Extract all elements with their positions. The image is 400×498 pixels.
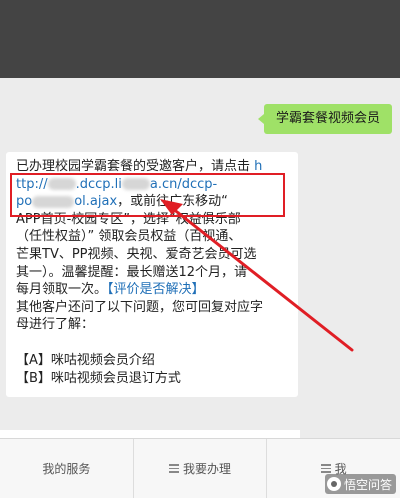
bot-line-8: 每月领取一次。【评价是否解决】	[16, 282, 205, 298]
message-shadow	[0, 430, 300, 438]
evaluate-link[interactable]: 【评价是否解决】	[107, 282, 205, 297]
bot-line-9: 其他客户还问了以下问题，您可回复对应字	[16, 299, 264, 315]
bot-line-10: 母进行了解：	[16, 317, 95, 333]
tab-handle[interactable]: 我要办理	[134, 439, 268, 498]
menu-icon	[169, 464, 179, 473]
option-b: 【B】咪咕视频会员退订方式	[16, 370, 181, 386]
wukong-watermark: 悟空问答	[324, 474, 396, 494]
user-message-bubble: 学霸套餐视频会员	[257, 104, 392, 134]
reply-link-start[interactable]: h	[254, 159, 262, 174]
top-bar	[0, 0, 400, 78]
wukong-logo-icon	[326, 477, 341, 491]
bot-line-7: 其一）。温馨提醒：最长赠送12个月，请	[16, 264, 248, 280]
tab-my-services[interactable]: 我的服务	[0, 439, 134, 498]
link-highlight-box	[10, 173, 285, 217]
menu-icon	[320, 464, 331, 473]
user-message-text: 学霸套餐视频会员	[275, 111, 380, 126]
option-a: 【A】咪咕视频会员介绍	[16, 352, 155, 368]
bot-line-6: 芒果TV、PP视频、央视、爱奇艺会员可选	[16, 246, 257, 262]
bot-line-5: （任性权益）” 领取会员权益（百视通、	[16, 229, 242, 245]
